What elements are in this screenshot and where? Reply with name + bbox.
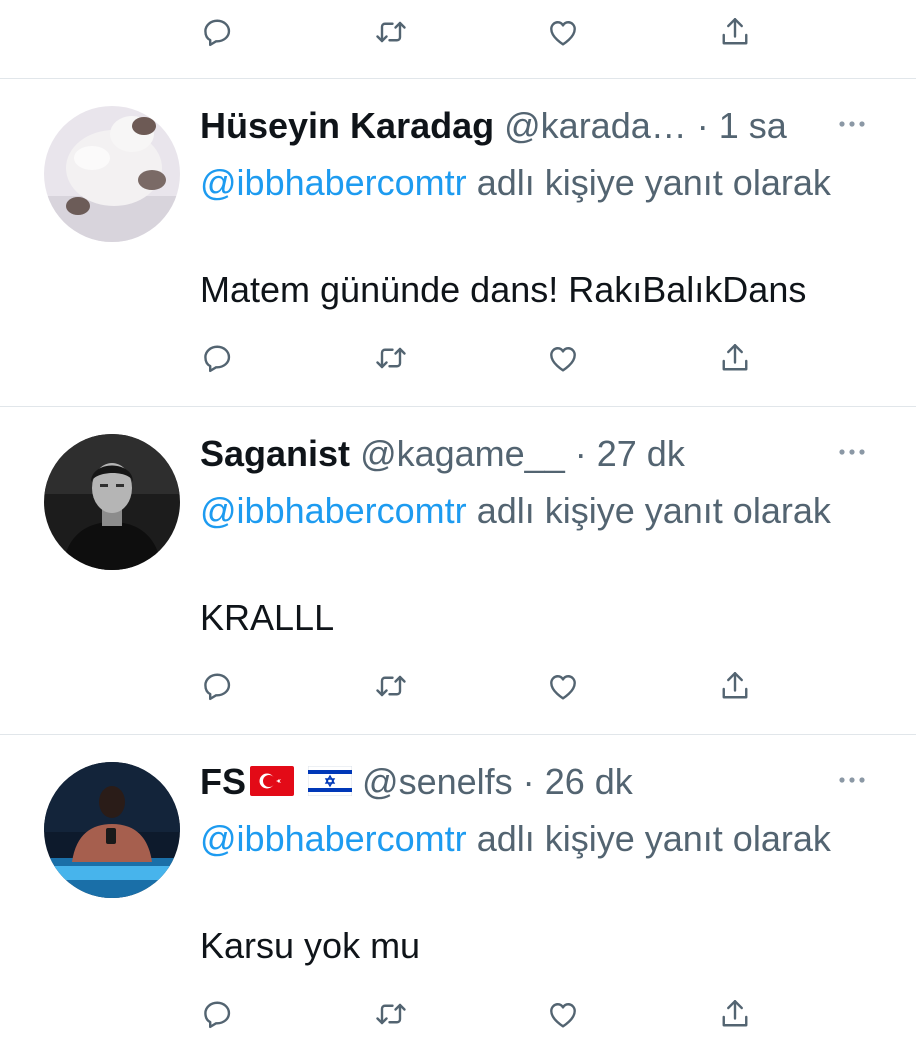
- display-name[interactable]: Hüseyin Karadag: [200, 105, 494, 146]
- timestamp[interactable]: 1 sa: [719, 105, 787, 146]
- turkey-flag-icon: [250, 766, 295, 797]
- heart-icon[interactable]: [545, 668, 581, 704]
- avatar[interactable]: [44, 106, 180, 242]
- retweet-icon[interactable]: [373, 340, 409, 376]
- mention-link[interactable]: @ibbhabercomtr: [200, 162, 467, 203]
- separator-dot: ·: [574, 433, 587, 474]
- reply-icon[interactable]: [200, 668, 236, 704]
- user-handle[interactable]: @kagame__: [360, 433, 565, 474]
- reply-icon[interactable]: [200, 996, 236, 1032]
- retweet-icon[interactable]: [373, 668, 409, 704]
- tweet-header: Hüseyin Karadag @karada… · 1 sa: [200, 102, 787, 150]
- tweet[interactable]: Hüseyin Karadag @karada… · 1 sa @ibbhabe…: [0, 80, 916, 407]
- tweet[interactable]: FS @senelfs · 26 dk @ibbhabercomtr adlı …: [0, 736, 916, 1024]
- tweet-header: FS @senelfs · 26 dk: [200, 758, 633, 806]
- tweet[interactable]: Saganist @kagame__ · 27 dk @ibbhabercomt…: [0, 408, 916, 735]
- reply-context-label: adlı kişiye yanıt olarak: [476, 162, 831, 203]
- divider: [0, 406, 916, 407]
- tweet-actions: [0, 328, 916, 388]
- reply-context-label: adlı kişiye yanıt olarak: [476, 490, 831, 531]
- heart-icon[interactable]: [545, 14, 581, 50]
- user-handle[interactable]: @senelfs: [362, 761, 513, 802]
- display-name[interactable]: FS: [200, 761, 246, 802]
- share-icon[interactable]: [717, 340, 753, 376]
- reply-context-label: adlı kişiye yanıt olarak: [476, 818, 831, 859]
- heart-icon[interactable]: [545, 996, 581, 1032]
- tweet-actions: [0, 656, 916, 716]
- retweet-icon[interactable]: [373, 14, 409, 50]
- reply-context: @ibbhabercomtr adlı kişiye yanıt olarak: [200, 484, 840, 538]
- timestamp[interactable]: 26 dk: [545, 761, 633, 802]
- more-icon[interactable]: [832, 768, 872, 792]
- more-icon[interactable]: [832, 112, 872, 136]
- share-icon[interactable]: [717, 14, 753, 50]
- tweet-actions-top: [0, 2, 916, 62]
- separator-dot: ·: [522, 761, 535, 802]
- user-handle[interactable]: @karada…: [504, 105, 687, 146]
- mention-link[interactable]: @ibbhabercomtr: [200, 818, 467, 859]
- timestamp[interactable]: 27 dk: [597, 433, 685, 474]
- avatar[interactable]: [44, 762, 180, 898]
- share-icon[interactable]: [717, 668, 753, 704]
- tweet-text: KRALLL: [200, 597, 335, 638]
- share-icon[interactable]: [717, 996, 753, 1032]
- tweet-text: Matem gününde dans! RakıBalıkDans: [200, 269, 807, 310]
- avatar[interactable]: [44, 434, 180, 570]
- tweet-text: Karsu yok mu: [200, 925, 421, 966]
- retweet-icon[interactable]: [373, 996, 409, 1032]
- separator-dot: ·: [696, 105, 709, 146]
- divider: [0, 734, 916, 735]
- tweet-actions: [0, 984, 916, 1044]
- display-name[interactable]: Saganist: [200, 433, 350, 474]
- divider: [0, 78, 916, 79]
- reply-icon[interactable]: [200, 14, 236, 50]
- reply-context: @ibbhabercomtr adlı kişiye yanıt olarak: [200, 812, 840, 866]
- reply-icon[interactable]: [200, 340, 236, 376]
- israel-flag-icon: [308, 766, 353, 797]
- reply-context: @ibbhabercomtr adlı kişiye yanıt olarak: [200, 156, 840, 210]
- heart-icon[interactable]: [545, 340, 581, 376]
- tweet-header: Saganist @kagame__ · 27 dk: [200, 430, 685, 478]
- mention-link[interactable]: @ibbhabercomtr: [200, 490, 467, 531]
- more-icon[interactable]: [832, 440, 872, 464]
